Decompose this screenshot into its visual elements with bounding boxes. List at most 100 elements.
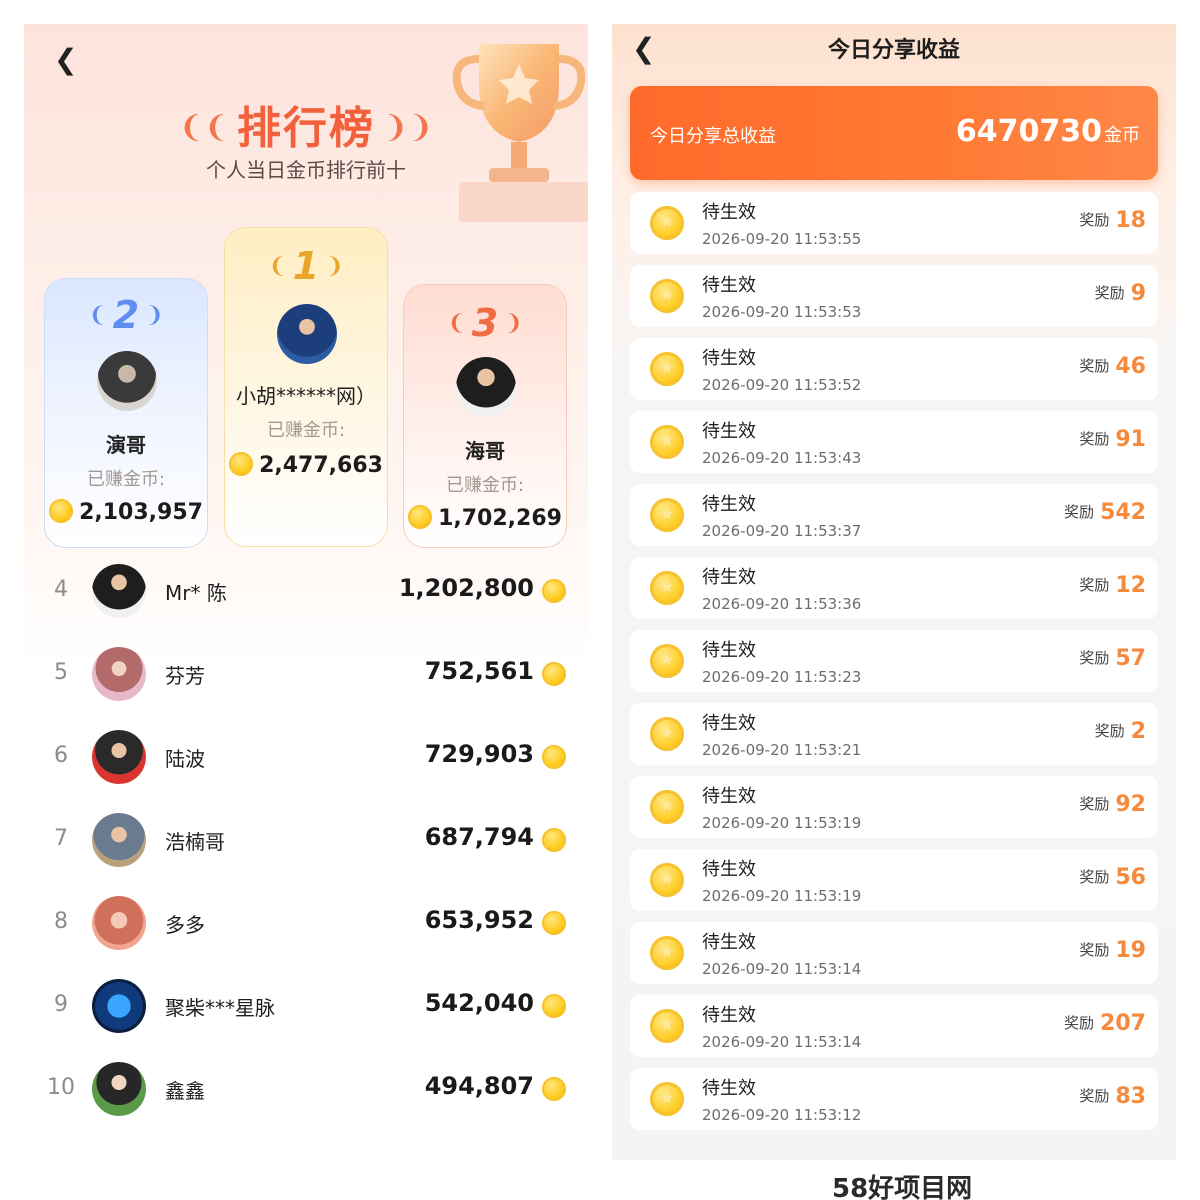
status-text: 待生效 xyxy=(702,494,756,515)
coin-icon xyxy=(650,352,684,386)
page-subtitle: 个人当日金币排行前十 xyxy=(206,158,406,182)
timestamp: 2026-09-20 11:53:14 xyxy=(702,960,862,978)
rank-number: 9 xyxy=(54,992,68,1017)
timestamp: 2026-09-20 11:53:19 xyxy=(702,814,862,832)
rank-badge: ❨ 2 ❩ xyxy=(88,293,164,337)
coin-icon xyxy=(650,571,684,605)
list-item[interactable]: 待生效 2026-09-20 11:53:19 奖励56 xyxy=(630,849,1158,911)
list-item[interactable]: 待生效 2026-09-20 11:53:19 奖励92 xyxy=(630,776,1158,838)
coin-icon xyxy=(650,206,684,240)
total-earnings-value: 6470730 金币 xyxy=(955,114,1140,149)
coin-total: 729,903 xyxy=(424,740,534,768)
rank-number: 7 xyxy=(54,826,68,851)
back-arrow-icon[interactable]: ❮ xyxy=(54,44,86,76)
coin-icon xyxy=(49,499,74,523)
total-earnings-card: 今日分享总收益 6470730 金币 xyxy=(630,86,1158,180)
list-item[interactable]: 10 鑫鑫 494,807 xyxy=(24,1048,588,1131)
list-item[interactable]: 待生效 2026-09-20 11:53:12 奖励83 xyxy=(630,1068,1158,1130)
user-name: 浩楠哥 xyxy=(165,830,225,854)
coin-total: 2,477,663 xyxy=(225,452,387,478)
avatar xyxy=(92,730,146,784)
list-item[interactable]: 待生效 2026-09-20 11:53:36 奖励12 xyxy=(630,557,1158,619)
rank-number: 10 xyxy=(47,1075,75,1100)
status-text: 待生效 xyxy=(702,713,756,734)
reward: 奖励 9 xyxy=(1094,281,1146,306)
rank-number: 5 xyxy=(54,660,68,685)
list-item[interactable]: 待生效 2026-09-20 11:53:55 奖励18 xyxy=(630,192,1158,254)
timestamp: 2026-09-20 11:53:53 xyxy=(702,303,862,321)
list-item[interactable]: 待生效 2026-09-20 11:53:43 奖励91 xyxy=(630,411,1158,473)
rank-badge: ❨ 3 ❩ xyxy=(447,301,523,345)
list-item[interactable]: 4 Mr* 陈 1,202,800 xyxy=(24,550,588,633)
screenshot-root: ❮ ❨❨ 排行榜 ❩❩ 个人当日金币排行前十 ❨ 2 ❩ 演哥 已赚金币: 2,… xyxy=(0,0,1200,1200)
status-text: 待生效 xyxy=(702,421,756,442)
reward: 奖励 18 xyxy=(1079,208,1146,233)
reward: 奖励 57 xyxy=(1079,646,1146,671)
list-item[interactable]: 8 多多 653,952 xyxy=(24,882,588,965)
timestamp: 2026-09-20 11:53:14 xyxy=(702,1033,862,1051)
page-title: 排行榜 xyxy=(237,103,375,154)
reward: 奖励 92 xyxy=(1079,792,1146,817)
laurel-right-icon: ❩❩ xyxy=(383,110,434,145)
avatar xyxy=(92,979,146,1033)
timestamp: 2026-09-20 11:53:23 xyxy=(702,668,862,686)
reward: 奖励 83 xyxy=(1079,1084,1146,1109)
avatar xyxy=(92,896,146,950)
coin-total: 653,952 xyxy=(424,906,534,934)
avatar xyxy=(92,813,146,867)
list-item[interactable]: 待生效 2026-09-20 11:53:14 奖励207 xyxy=(630,995,1158,1057)
leaderboard-panel: ❮ ❨❨ 排行榜 ❩❩ 个人当日金币排行前十 ❨ 2 ❩ 演哥 已赚金币: 2,… xyxy=(24,24,588,1174)
status-text: 待生效 xyxy=(702,932,756,953)
list-item[interactable]: 9 聚柴***星脉 542,040 xyxy=(24,965,588,1048)
timestamp: 2026-09-20 11:53:37 xyxy=(702,522,862,540)
list-item[interactable]: 待生效 2026-09-20 11:53:23 奖励57 xyxy=(630,630,1158,692)
podium-card-rank-3[interactable]: ❨ 3 ❩ 海哥 已赚金币: 1,702,269 xyxy=(403,284,567,548)
watermark: 58好项目网www.58hxm.com xyxy=(832,1174,973,1200)
list-item[interactable]: 待生效 2026-09-20 11:53:53 奖励9 xyxy=(630,265,1158,327)
coin-icon xyxy=(650,863,684,897)
avatar xyxy=(277,304,337,364)
coin-icon xyxy=(650,279,684,313)
reward: 奖励 12 xyxy=(1079,573,1146,598)
coin-total: 1,202,800 xyxy=(398,574,534,602)
status-text: 待生效 xyxy=(702,348,756,369)
podium-card-rank-1[interactable]: ❨ 1 ❩ 小胡******网） 已赚金币: 2,477,663 xyxy=(224,227,388,547)
coin-icon xyxy=(542,911,566,935)
reward: 奖励 19 xyxy=(1079,938,1146,963)
total-earnings-label: 今日分享总收益 xyxy=(650,126,776,147)
user-name: 陆波 xyxy=(165,747,205,771)
user-name: Mr* 陈 xyxy=(165,581,227,605)
list-item[interactable]: 6 陆波 729,903 xyxy=(24,716,588,799)
timestamp: 2026-09-20 11:53:12 xyxy=(702,1106,862,1124)
rank-number: 4 xyxy=(54,577,68,602)
user-name: 鑫鑫 xyxy=(165,1079,205,1103)
list-item[interactable]: 待生效 2026-09-20 11:53:21 奖励2 xyxy=(630,703,1158,765)
reward: 奖励 46 xyxy=(1079,354,1146,379)
coin-icon xyxy=(542,828,566,852)
avatar xyxy=(92,1062,146,1116)
earnings-panel: ❮ 今日分享收益 今日分享总收益 6470730金币 待生效 2026-09-2… xyxy=(612,24,1176,1160)
coin-total: 687,794 xyxy=(424,823,534,851)
list-item[interactable]: 待生效 2026-09-20 11:53:52 奖励46 xyxy=(630,338,1158,400)
coin-total: 2,103,957 xyxy=(45,499,207,525)
user-name: 海哥 xyxy=(465,439,505,463)
coin-icon xyxy=(542,745,566,769)
page-title: 今日分享收益 xyxy=(827,38,960,63)
earned-label: 已赚金币: xyxy=(266,420,346,441)
coin-icon xyxy=(650,1009,684,1043)
timestamp: 2026-09-20 11:53:19 xyxy=(702,887,862,905)
podium-card-rank-2[interactable]: ❨ 2 ❩ 演哥 已赚金币: 2,103,957 xyxy=(44,278,208,548)
coin-total: 542,040 xyxy=(424,989,534,1017)
timestamp: 2026-09-20 11:53:55 xyxy=(702,230,862,248)
list-item[interactable]: 待生效 2026-09-20 11:53:14 奖励19 xyxy=(630,922,1158,984)
coin-icon xyxy=(650,717,684,751)
list-item[interactable]: 5 芬芳 752,561 xyxy=(24,633,588,716)
list-item[interactable]: 7 浩楠哥 687,794 xyxy=(24,799,588,882)
reward: 奖励 56 xyxy=(1079,865,1146,890)
coin-icon xyxy=(542,1077,566,1101)
list-item[interactable]: 待生效 2026-09-20 11:53:37 奖励542 xyxy=(630,484,1158,546)
status-text: 待生效 xyxy=(702,859,756,880)
coin-icon xyxy=(542,579,566,603)
user-name: 芬芳 xyxy=(165,664,205,688)
laurel-left-icon: ❨❨ xyxy=(178,110,229,145)
